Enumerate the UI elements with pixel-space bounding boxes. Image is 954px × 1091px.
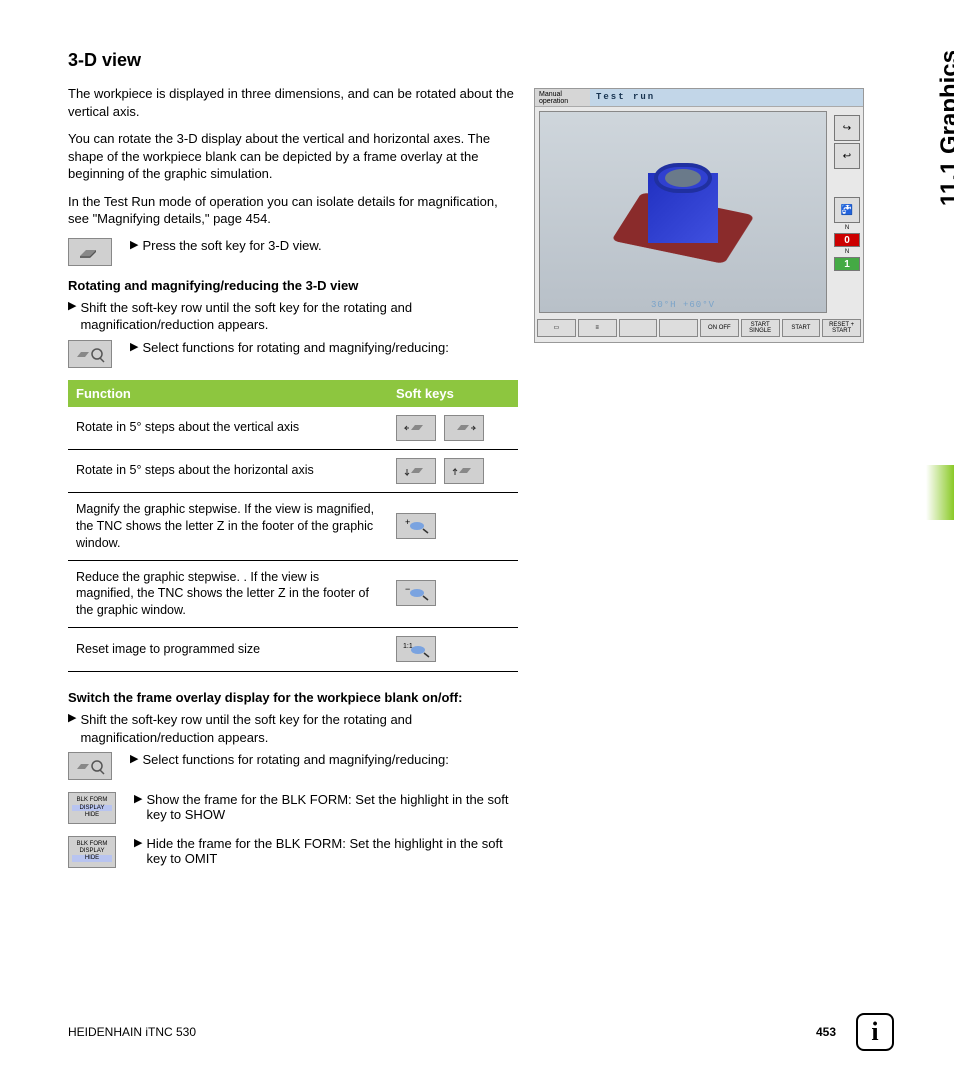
table-row: Rotate in 5° steps about the vertical ax… xyxy=(68,407,518,450)
softkey-rotate-left-icon xyxy=(396,415,436,441)
bottom-softkey xyxy=(619,319,658,337)
side-button-icon: ↩ xyxy=(834,143,860,169)
softkey-rotate-up-icon xyxy=(444,458,484,484)
softkey-blk-form-hide-icon: BLK FORM DISPLAY HIDE xyxy=(68,836,116,868)
paragraph: You can rotate the 3-D display about the… xyxy=(68,130,518,183)
table-header-function: Function xyxy=(68,380,388,407)
softkey-rotate-right-icon xyxy=(444,415,484,441)
svg-text:−: − xyxy=(405,584,410,594)
instruction-text: Shift the soft-key row until the soft ke… xyxy=(80,711,518,746)
side-button-icon: ↪ xyxy=(834,115,860,141)
go-indicator: 1 xyxy=(834,257,860,271)
tnc-screenshot-figure: Manual operation Test run 30°H +60°V ↪ ↩… xyxy=(534,88,864,343)
softkey-magnify-minus-icon: − xyxy=(396,580,436,606)
bullet-arrow-icon: ▶ xyxy=(68,711,76,746)
softkey-reset-1to1-icon: 1:1 xyxy=(396,636,436,662)
bullet-arrow-icon: ▶ xyxy=(68,299,76,334)
softkey-3d-view-icon xyxy=(68,238,112,266)
coolant-icon: 🚰 xyxy=(834,197,860,223)
table-row: Magnify the graphic stepwise. If the vie… xyxy=(68,492,518,560)
mode-label: Manual operation xyxy=(535,89,590,106)
instruction-text: Select functions for rotating and magnif… xyxy=(142,340,448,355)
instruction-text: Show the frame for the BLK FORM: Set the… xyxy=(146,792,518,822)
bullet-arrow-icon: ▶ xyxy=(130,340,138,355)
softkey-rotate-magnify-icon xyxy=(68,340,112,368)
stop-indicator: 0 xyxy=(834,233,860,247)
workpiece-bore xyxy=(665,169,701,187)
table-row: Reduce the graphic stepwise. . If the vi… xyxy=(68,560,518,628)
table-cell-function: Magnify the graphic stepwise. If the vie… xyxy=(68,492,388,560)
bottom-softkey-start: START xyxy=(782,319,821,337)
table-row: Reset image to programmed size 1:1 xyxy=(68,628,518,672)
bullet-arrow-icon: ▶ xyxy=(134,836,142,866)
table-cell-function: Reset image to programmed size xyxy=(68,628,388,672)
instruction-text: Shift the soft-key row until the soft ke… xyxy=(80,299,518,334)
function-table: Function Soft keys Rotate in 5° steps ab… xyxy=(68,380,518,672)
blk-form-label: BLK FORM xyxy=(69,841,115,848)
blk-display-label: DISPLAY xyxy=(69,848,115,855)
paragraph: In the Test Run mode of operation you ca… xyxy=(68,193,518,228)
blk-hide-label: HIDE xyxy=(69,812,115,819)
bottom-softkey-start-single: START SINGLE xyxy=(741,319,780,337)
softkey-rotate-down-icon xyxy=(396,458,436,484)
bullet-arrow-icon: ▶ xyxy=(134,792,142,822)
subheading-rotating: Rotating and magnifying/reducing the 3-D… xyxy=(68,278,518,293)
instruction-text: Press the soft key for 3-D view. xyxy=(142,238,321,253)
svg-text:+: + xyxy=(405,517,410,527)
thumb-tab xyxy=(926,465,954,520)
blk-hide-label: HIDE xyxy=(72,855,112,862)
table-row: Rotate in 5° steps about the horizontal … xyxy=(68,449,518,492)
info-icon: i xyxy=(856,1013,894,1051)
footer-product: HEIDENHAIN iTNC 530 xyxy=(68,1025,196,1039)
table-cell-function: Reduce the graphic stepwise. . If the vi… xyxy=(68,560,388,628)
section-title: 3-D view xyxy=(68,50,894,71)
blk-form-label: BLK FORM xyxy=(69,797,115,804)
screen-title: Test run xyxy=(590,89,863,106)
instruction-text: Select functions for rotating and magnif… xyxy=(142,752,448,767)
bottom-softkey: ▭ xyxy=(537,319,576,337)
bottom-softkey: ≡ xyxy=(578,319,617,337)
softkey-rotate-magnify-icon xyxy=(68,752,112,780)
page-number: 453 xyxy=(816,1025,836,1039)
bottom-softkey xyxy=(659,319,698,337)
rotation-status-text: 30°H +60°V xyxy=(540,300,826,310)
paragraph: The workpiece is displayed in three dime… xyxy=(68,85,518,120)
softkey-magnify-plus-icon: + xyxy=(396,513,436,539)
graphic-viewport: 30°H +60°V xyxy=(539,111,827,313)
instruction-text: Hide the frame for the BLK FORM: Set the… xyxy=(146,836,518,866)
bottom-softkey-onoff: ON OFF xyxy=(700,319,739,337)
bottom-softkey-reset: RESET + START xyxy=(822,319,861,337)
side-chapter-label: 11.1 Graphics xyxy=(936,50,954,206)
n-label: N xyxy=(831,249,863,255)
table-header-softkeys: Soft keys xyxy=(388,380,518,407)
bullet-arrow-icon: ▶ xyxy=(130,238,138,253)
bullet-arrow-icon: ▶ xyxy=(130,752,138,767)
blk-display-label: DISPLAY xyxy=(72,805,112,812)
softkey-blk-form-show-icon: BLK FORM DISPLAY HIDE xyxy=(68,792,116,824)
subheading-frame-overlay: Switch the frame overlay display for the… xyxy=(68,690,518,705)
n-label: N xyxy=(831,225,863,231)
table-cell-function: Rotate in 5° steps about the vertical ax… xyxy=(68,407,388,450)
table-cell-function: Rotate in 5° steps about the horizontal … xyxy=(68,449,388,492)
